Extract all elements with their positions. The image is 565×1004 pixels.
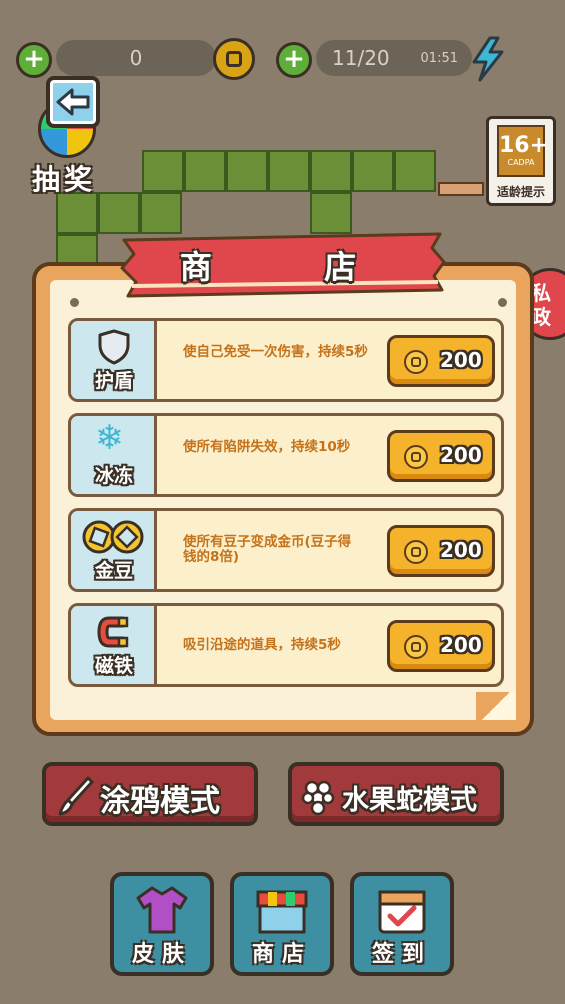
fruit-snake-mode-button[interactable]: 水果蛇模式 — [288, 762, 504, 826]
snake-tile — [310, 192, 352, 234]
lottery-label[interactable]: 抽奖 — [32, 158, 96, 198]
snake-tile — [268, 150, 310, 192]
coin-icon — [404, 540, 428, 564]
shop-title: 商 店 — [179, 248, 387, 286]
paper-curl — [476, 692, 516, 720]
fruit-snake-mode-label: 水果蛇模式 — [342, 785, 477, 816]
shop-nav-button[interactable]: 商店 — [230, 872, 334, 976]
age-rating-icon: 16+ CADPA — [497, 125, 549, 177]
buy-freeze-button[interactable]: 200 — [387, 430, 495, 482]
gold-beans-price: 200 — [440, 538, 482, 562]
coin-icon — [404, 635, 428, 659]
freeze-desc: 使所有陷阱失效，持续10秒 — [183, 439, 351, 455]
magnet-name: 磁铁 — [94, 655, 133, 677]
back-arrow-icon — [56, 88, 90, 116]
doodle-mode-button[interactable]: 涂鸦模式 — [42, 762, 258, 826]
age-rating-number: 16+ — [499, 133, 549, 158]
shield-icon — [98, 329, 130, 365]
energy-timer: 01:51 — [420, 50, 458, 66]
coins-value: 0 — [129, 46, 143, 70]
shield-name: 护盾 — [94, 370, 133, 392]
brush-icon — [58, 776, 94, 816]
add-coins-button[interactable]: + — [16, 42, 52, 78]
coin-icon — [213, 38, 255, 80]
add-energy-button[interactable]: + — [276, 42, 312, 78]
age-rating-org: CADPA — [507, 158, 535, 167]
snowflake-icon: ❄ — [95, 418, 124, 458]
plank — [438, 182, 484, 196]
coin-icon — [404, 445, 428, 469]
pin-icon — [498, 298, 507, 307]
coin-icon — [404, 350, 428, 374]
grapes-icon — [301, 780, 335, 816]
shield-desc: 使自己免受一次伤害，持续5秒 — [183, 344, 368, 360]
shield-cell: 护盾 — [71, 321, 157, 399]
buy-shield-button[interactable]: 200 — [387, 335, 495, 387]
shop-dialog: 护盾 使自己免受一次伤害，持续5秒 200 ❄ 冰冻 使所有陷阱失效，持续10秒… — [32, 262, 534, 736]
coins-counter: 0 — [56, 40, 216, 76]
pin-icon — [70, 298, 79, 307]
shop-title-ribbon: 商 店 — [118, 232, 448, 298]
gold-beans-cell: 金豆 — [71, 511, 157, 589]
tshirt-icon — [136, 886, 188, 934]
snake-tile — [98, 192, 140, 234]
age-rating-badge[interactable]: 16+ CADPA 适龄提示 — [486, 116, 556, 206]
gold-beans-icon — [82, 520, 144, 554]
magnet-cell: 磁铁 — [71, 606, 157, 684]
doodle-mode-label: 涂鸦模式 — [100, 784, 220, 819]
shield-price: 200 — [440, 348, 482, 372]
gold-beans-desc: 使所有豆子变成金币(豆子得钱的8倍) — [183, 534, 352, 565]
shop-item-gold-beans: 金豆 使所有豆子变成金币(豆子得钱的8倍) 200 — [68, 508, 504, 592]
shop-item-shield: 护盾 使自己免受一次伤害，持续5秒 200 — [68, 318, 504, 402]
freeze-cell: ❄ 冰冻 — [71, 416, 157, 494]
buy-magnet-button[interactable]: 200 — [387, 620, 495, 672]
snake-tile — [140, 192, 182, 234]
shop-nav-label: 商店 — [251, 942, 312, 967]
back-button[interactable] — [46, 76, 100, 128]
checkin-button[interactable]: 签到 — [350, 872, 454, 976]
lightning-icon — [470, 36, 506, 82]
buy-gold-beans-button[interactable]: 200 — [387, 525, 495, 577]
magnet-price: 200 — [440, 633, 482, 657]
freeze-price: 200 — [440, 443, 482, 467]
skin-button[interactable]: 皮肤 — [110, 872, 214, 976]
magnet-icon — [97, 616, 129, 648]
snake-tile — [352, 150, 394, 192]
shop-item-magnet: 磁铁 吸引沿途的道具，持续5秒 200 — [68, 603, 504, 687]
checkin-label: 签到 — [371, 942, 432, 967]
snake-tile — [56, 192, 98, 234]
privacy-label: 私 政 — [531, 281, 551, 329]
energy-counter: 11/20 01:51 — [316, 40, 472, 76]
calendar-check-icon — [378, 890, 426, 934]
energy-value: 11/20 — [332, 46, 390, 70]
age-rating-label: 适龄提示 — [496, 185, 545, 199]
magnet-desc: 吸引沿途的道具，持续5秒 — [183, 637, 341, 653]
snake-tile — [394, 150, 436, 192]
snake-tile — [226, 150, 268, 192]
snake-tile — [142, 150, 184, 192]
freeze-name: 冰冻 — [94, 465, 133, 487]
snake-tile — [310, 150, 352, 192]
gold-beans-name: 金豆 — [94, 560, 133, 582]
snake-tile — [184, 150, 226, 192]
skin-label: 皮肤 — [131, 942, 192, 967]
store-icon — [256, 890, 308, 934]
shop-item-freeze: ❄ 冰冻 使所有陷阱失效，持续10秒 200 — [68, 413, 504, 497]
